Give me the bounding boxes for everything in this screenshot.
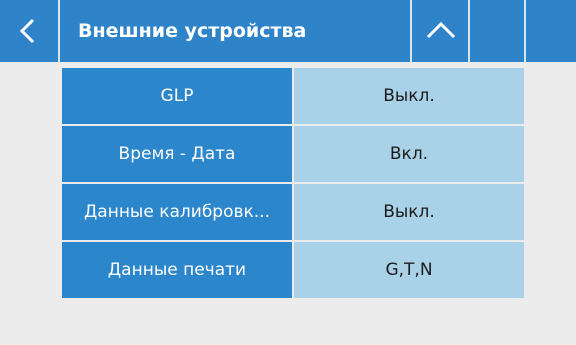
back-button[interactable]: [0, 0, 60, 62]
setting-name[interactable]: Данные печати: [62, 242, 292, 298]
settings-row-glp[interactable]: GLP Выкл.: [62, 68, 524, 124]
page-title: Внешние устройства: [78, 20, 307, 42]
settings-table: GLP Выкл. Время - Дата Вкл. Данные калиб…: [62, 68, 524, 300]
chevron-left-icon: [19, 18, 35, 44]
settings-row-calibration-data[interactable]: Данные калибровк... Выкл.: [62, 184, 524, 240]
setting-value[interactable]: Выкл.: [294, 68, 524, 124]
scroll-up-button[interactable]: [412, 0, 470, 62]
setting-value[interactable]: Вкл.: [294, 126, 524, 182]
title-area: Внешние устройства: [60, 0, 412, 62]
setting-value[interactable]: Выкл.: [294, 184, 524, 240]
setting-value[interactable]: G,T,N: [294, 242, 524, 298]
settings-row-print-data[interactable]: Данные печати G,T,N: [62, 242, 524, 298]
setting-name[interactable]: GLP: [62, 68, 292, 124]
top-bar: Внешние устройства: [0, 0, 576, 62]
toolbar-empty-slot: [526, 0, 576, 62]
chevron-up-icon: [426, 21, 456, 39]
setting-name[interactable]: Время - Дата: [62, 126, 292, 182]
setting-name[interactable]: Данные калибровк...: [62, 184, 292, 240]
settings-row-time-date[interactable]: Время - Дата Вкл.: [62, 126, 524, 182]
toolbar-empty-slot: [470, 0, 526, 62]
